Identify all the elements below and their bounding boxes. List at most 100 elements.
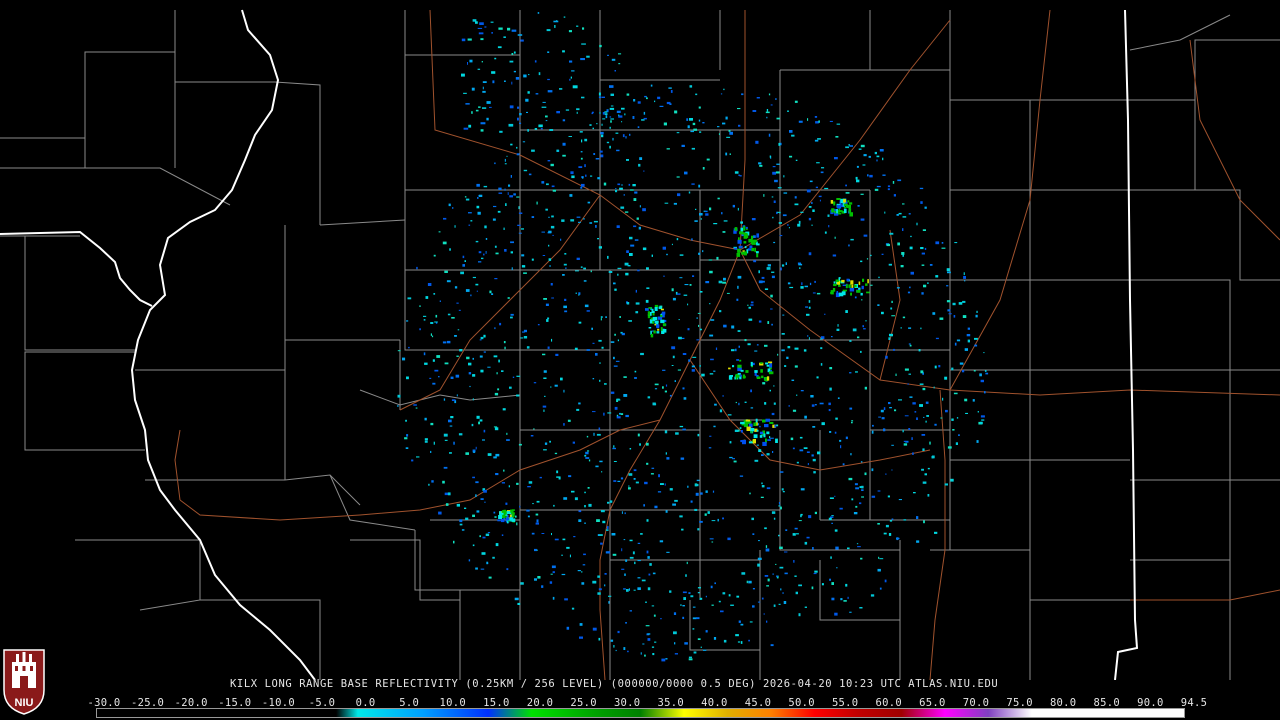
echo-speck bbox=[773, 517, 776, 520]
echo-speck bbox=[671, 288, 674, 292]
echo-speck bbox=[638, 226, 641, 230]
echo-speck bbox=[614, 288, 617, 291]
echo-speck bbox=[517, 117, 519, 121]
echo-speck bbox=[857, 205, 860, 207]
echo-speck bbox=[549, 440, 551, 443]
echo-speck bbox=[904, 415, 909, 417]
echo-speck bbox=[427, 283, 432, 286]
echo-speck bbox=[612, 447, 616, 450]
echo-speck bbox=[722, 122, 726, 125]
echo-speck bbox=[464, 507, 467, 509]
echo-speck bbox=[513, 51, 516, 54]
echo-speck bbox=[580, 151, 583, 153]
echo-speck bbox=[482, 536, 486, 539]
echo-speck bbox=[580, 266, 583, 268]
echo-speck bbox=[550, 225, 555, 229]
echo-speck bbox=[446, 340, 451, 344]
echo-speck bbox=[690, 500, 693, 503]
echo-speck bbox=[632, 551, 635, 555]
echo-speck bbox=[569, 78, 571, 81]
echo-speck bbox=[608, 601, 610, 604]
echo-speck bbox=[885, 524, 889, 528]
echo-speck bbox=[511, 267, 513, 271]
echo-speck bbox=[675, 432, 679, 435]
echo-speck bbox=[855, 505, 858, 508]
echo-speck bbox=[578, 221, 581, 223]
echo-cell bbox=[831, 208, 835, 213]
echo-speck bbox=[748, 639, 750, 642]
echo-cell bbox=[833, 283, 837, 287]
echo-speck bbox=[454, 225, 456, 228]
echo-speck bbox=[932, 312, 936, 315]
echo-speck bbox=[763, 194, 765, 197]
echo-speck bbox=[479, 535, 481, 538]
echo-cell bbox=[734, 247, 738, 250]
echo-speck bbox=[615, 189, 618, 193]
echo-speck bbox=[860, 144, 865, 148]
echo-speck bbox=[568, 30, 572, 33]
echo-cell bbox=[662, 329, 667, 333]
echo-cell bbox=[769, 363, 773, 368]
echo-speck bbox=[527, 515, 530, 518]
echo-speck bbox=[498, 27, 503, 30]
echo-speck bbox=[556, 111, 560, 114]
echo-speck bbox=[520, 582, 524, 585]
echo-speck bbox=[570, 76, 572, 79]
echo-speck bbox=[554, 384, 558, 387]
echo-speck bbox=[913, 492, 916, 494]
echo-speck bbox=[552, 234, 554, 236]
echo-speck bbox=[472, 398, 474, 401]
echo-speck bbox=[423, 319, 426, 321]
echo-speck bbox=[611, 533, 616, 536]
echo-cell bbox=[737, 364, 742, 368]
echo-speck bbox=[629, 448, 632, 450]
echo-speck bbox=[479, 355, 483, 358]
echo-speck bbox=[609, 107, 615, 110]
echo-speck bbox=[616, 149, 620, 152]
echo-speck bbox=[664, 483, 666, 486]
echo-speck bbox=[551, 533, 552, 536]
echo-speck bbox=[829, 431, 832, 433]
echo-speck bbox=[787, 224, 789, 226]
echo-speck bbox=[835, 136, 839, 138]
echo-speck bbox=[618, 63, 621, 65]
echo-speck bbox=[459, 519, 463, 523]
echo-speck bbox=[709, 334, 714, 337]
echo-speck bbox=[463, 92, 467, 94]
echo-speck bbox=[475, 567, 478, 570]
echo-speck bbox=[613, 461, 617, 462]
echo-speck bbox=[903, 519, 907, 521]
echo-speck bbox=[591, 327, 593, 330]
echo-speck bbox=[569, 194, 573, 197]
echo-speck bbox=[752, 588, 755, 590]
echo-speck bbox=[629, 133, 631, 136]
echo-speck bbox=[528, 74, 530, 76]
echo-speck bbox=[568, 136, 572, 137]
echo-speck bbox=[840, 445, 842, 449]
echo-speck bbox=[419, 305, 421, 307]
echo-speck bbox=[528, 481, 533, 484]
echo-speck bbox=[543, 370, 547, 373]
echo-speck bbox=[628, 473, 633, 476]
echo-speck bbox=[614, 333, 616, 336]
echo-speck bbox=[494, 516, 497, 518]
echo-speck bbox=[562, 119, 566, 122]
echo-speck bbox=[498, 359, 500, 363]
echo-speck bbox=[889, 407, 892, 409]
echo-speck bbox=[756, 344, 759, 346]
echo-speck bbox=[847, 547, 850, 550]
echo-speck bbox=[924, 206, 927, 209]
echo-speck bbox=[723, 639, 727, 643]
echo-speck bbox=[562, 538, 566, 541]
echo-speck bbox=[684, 284, 689, 286]
echo-speck bbox=[581, 571, 583, 573]
echo-speck bbox=[519, 505, 521, 508]
echo-speck bbox=[780, 506, 782, 510]
echo-speck bbox=[606, 141, 610, 144]
echo-speck bbox=[534, 578, 537, 581]
echo-speck bbox=[965, 412, 968, 414]
echo-speck bbox=[758, 320, 762, 323]
echo-speck bbox=[507, 27, 511, 31]
echo-speck bbox=[562, 274, 565, 276]
echo-speck bbox=[709, 538, 714, 540]
